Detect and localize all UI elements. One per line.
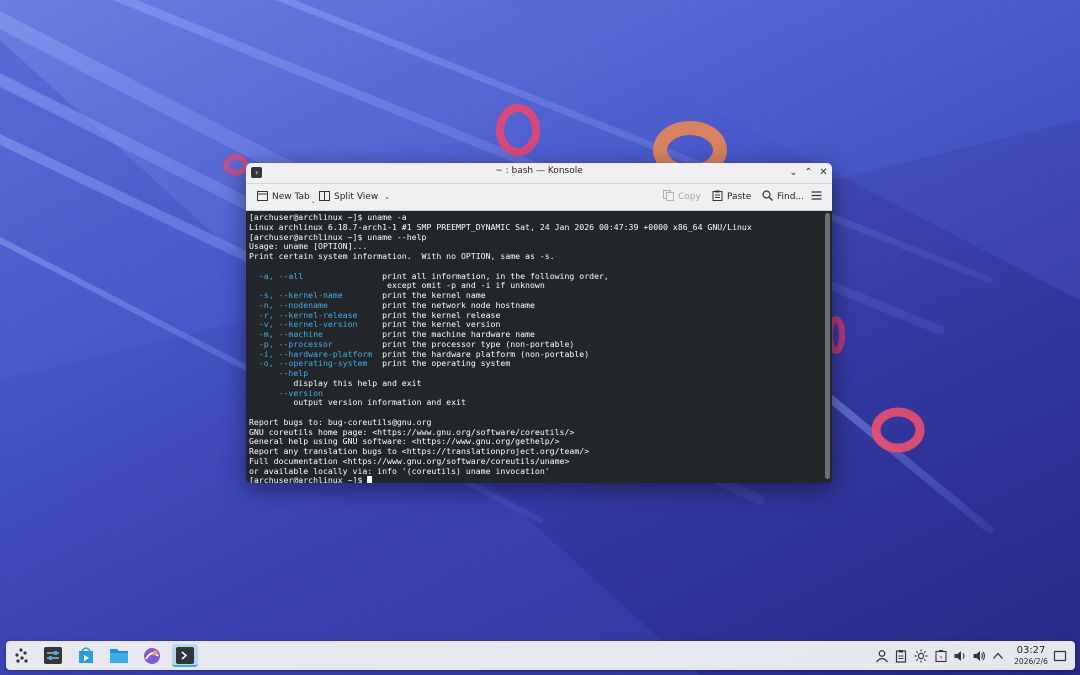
konsole-window: › ~ : bash — Konsole ⌄ ⌃ ✕ New Tab⌄ Spli… xyxy=(246,163,832,483)
option-description: print the kernel version xyxy=(357,319,501,330)
volume-2-icon[interactable] xyxy=(972,649,986,663)
split-view-icon xyxy=(319,191,330,201)
split-view-label: Split View xyxy=(334,192,379,202)
split-view-dropdown-icon[interactable]: ⌄ xyxy=(384,193,390,201)
option-description: print all information, in the following … xyxy=(303,270,609,281)
option-flag: --help xyxy=(249,368,309,378)
brightness-icon[interactable] xyxy=(914,649,928,663)
option-flag: -p, --processor xyxy=(249,338,333,349)
toolbar: New Tab⌄ Split View ⌄ Copy Paste Find... xyxy=(246,184,832,211)
clock-time[interactable]: 03:27 xyxy=(1010,645,1052,656)
copy-button[interactable]: Copy xyxy=(663,189,701,205)
discover-store-icon xyxy=(79,647,93,663)
option-flag: -s, --kernel-name xyxy=(249,290,343,300)
browser-button[interactable] xyxy=(139,644,165,667)
system-settings-button[interactable] xyxy=(40,644,66,667)
konsole-taskbar-button[interactable] xyxy=(172,644,198,667)
application-launcher-button[interactable] xyxy=(8,644,34,667)
maximize-button[interactable]: ⌃ xyxy=(801,165,816,180)
terminal-line: display this help and exit xyxy=(249,377,422,388)
browser-icon xyxy=(144,648,160,664)
hamburger-menu-icon xyxy=(811,191,822,200)
discover-store-button[interactable] xyxy=(73,644,99,667)
terminal-line: Print certain system information. With n… xyxy=(249,251,555,261)
clock-date[interactable]: 2026/2/6 xyxy=(1006,657,1056,666)
system-settings-icon xyxy=(44,647,62,664)
application-launcher-icon xyxy=(15,648,28,663)
terminal-scrollbar[interactable] xyxy=(825,213,830,479)
find-label: Find... xyxy=(777,192,805,202)
clipboard-icon[interactable] xyxy=(894,649,908,663)
svg-text:✕: ✕ xyxy=(939,655,943,661)
split-view-button[interactable]: Split View ⌄ xyxy=(319,189,390,205)
shell-prompt: [archuser@archlinux ~]$ xyxy=(249,475,368,483)
new-tab-dropdown-icon[interactable]: ⌄ xyxy=(311,198,316,205)
copy-icon xyxy=(663,190,674,201)
desktop: › ~ : bash — Konsole ⌄ ⌃ ✕ New Tab⌄ Spli… xyxy=(0,0,1080,675)
option-flag: -v, --kernel-version xyxy=(249,319,358,330)
battery-icon[interactable]: ✕ xyxy=(934,649,948,663)
title-bar[interactable]: › ~ : bash — Konsole ⌄ ⌃ ✕ xyxy=(246,163,832,184)
option-description: print the processor type (non-portable) xyxy=(332,338,575,349)
show-desktop-icon[interactable] xyxy=(1053,649,1067,663)
scrollbar-thumb[interactable] xyxy=(825,213,830,479)
option-description: print the kernel name xyxy=(342,290,486,300)
dolphin-files-icon xyxy=(110,649,128,663)
paste-label: Paste xyxy=(727,192,752,202)
terminal-line: -o, --operating-system print the operati… xyxy=(249,358,822,369)
volume-icon[interactable] xyxy=(953,649,967,663)
new-tab-icon xyxy=(257,191,268,201)
option-description: print the operating system xyxy=(367,358,511,369)
terminal-output[interactable]: [archuser@archlinux ~]$ uname -a Linux ar… xyxy=(246,211,822,483)
copy-label: Copy xyxy=(678,192,701,202)
option-description: print the kernel release xyxy=(357,309,501,320)
new-tab-label: New Tab xyxy=(272,192,310,202)
option-flag: -m, --machine xyxy=(249,329,323,339)
option-description: print the machine hardware name xyxy=(322,329,535,339)
prompt-line[interactable]: [archuser@archlinux ~]$ xyxy=(249,475,822,483)
option-flag: --version xyxy=(249,387,323,398)
option-flag: -o, --operating-system xyxy=(249,358,368,369)
option-flag: -r, --kernel-release xyxy=(249,309,358,320)
dolphin-files-button[interactable] xyxy=(106,644,132,667)
hamburger-menu-button[interactable] xyxy=(811,189,826,205)
user-icon[interactable] xyxy=(875,649,889,663)
tray-expand-icon[interactable] xyxy=(991,649,1005,663)
terminal-line: output version information and exit xyxy=(249,397,466,408)
new-tab-button[interactable]: New Tab⌄ xyxy=(257,189,316,205)
option-description: print the hardware platform (non-portabl… xyxy=(372,348,590,359)
text-cursor xyxy=(367,476,373,483)
konsole-icon xyxy=(176,647,194,664)
find-button[interactable]: Find... xyxy=(762,189,804,205)
taskbar: ✕ 03:27 2026/2/6 xyxy=(6,641,1075,670)
window-title: ~ : bash — Konsole xyxy=(495,166,583,176)
paste-button[interactable]: Paste xyxy=(712,189,751,205)
option-flag: -a, --all xyxy=(249,270,304,281)
paste-icon xyxy=(712,190,723,201)
option-flag: -i, --hardware-platform xyxy=(249,348,373,359)
search-icon xyxy=(762,190,773,201)
minimize-button[interactable]: ⌄ xyxy=(786,165,801,180)
option-flag: -n, --nodename xyxy=(249,299,328,310)
option-description: print the network node hostname xyxy=(327,299,535,310)
close-button[interactable]: ✕ xyxy=(816,165,831,180)
